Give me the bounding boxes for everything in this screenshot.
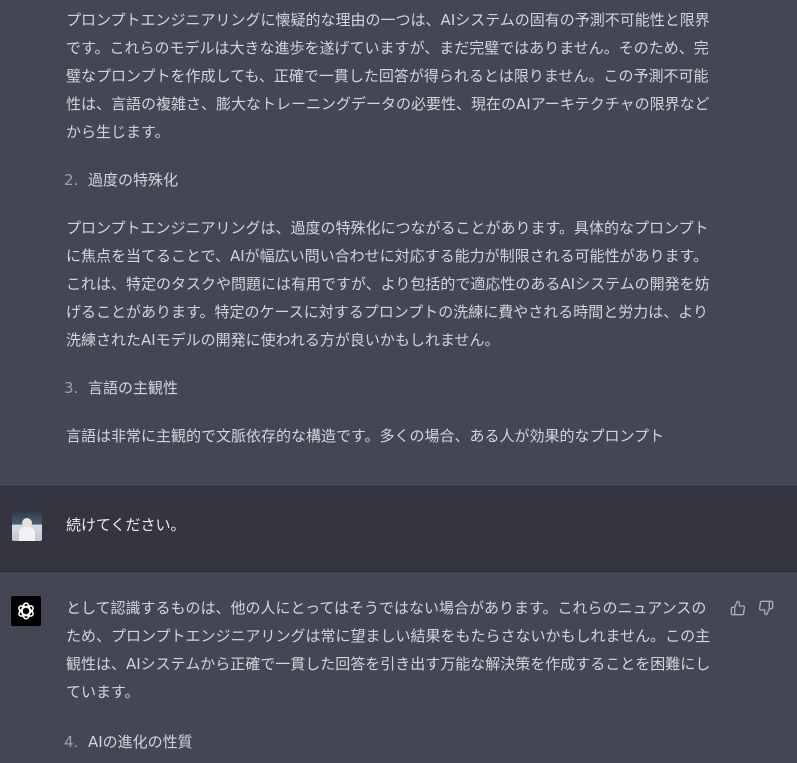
message-paragraph: として認識するものは、他の人にとってはそうではない場合があります。これらのニュア…	[66, 599, 711, 701]
message-body: プロンプトエンジニアリングは、過度の特殊化につながることがあります。具体的なプロ…	[66, 214, 720, 354]
list-title: 言語の主観性	[88, 379, 179, 397]
list-item-heading: 3. 言語の主観性	[64, 376, 178, 400]
list-item-heading: 4. AIの進化の性質	[64, 730, 193, 754]
message-paragraph: プロンプトエンジニアリングに懐疑的な理由の一つは、AIシステムの固有の予測不可能…	[66, 11, 710, 141]
message-paragraph: 言語は非常に主観的で文脈依存的な構造です。多くの場合、ある人が効果的なプロンプト	[66, 427, 665, 445]
message-body: として認識するものは、他の人にとってはそうではない場合があります。これらのニュア…	[66, 594, 720, 706]
list-title: 過度の特殊化	[88, 171, 179, 189]
user-message-text: 続けてください。	[66, 516, 186, 534]
thumbs-up-icon[interactable]	[730, 600, 746, 616]
chat-page: プロンプトエンジニアリングに懐疑的な理由の一つは、AIシステムの固有の予測不可能…	[0, 0, 797, 763]
user-message: 続けてください。	[0, 486, 797, 572]
list-number: 4.	[64, 733, 79, 751]
list-title: AIの進化の性質	[88, 733, 193, 751]
thumbs-down-icon[interactable]	[758, 600, 774, 616]
feedback-controls	[730, 600, 774, 616]
assistant-message: として認識するものは、他の人にとってはそうではない場合があります。これらのニュア…	[0, 572, 797, 763]
message-body: プロンプトエンジニアリングに懐疑的な理由の一つは、AIシステムの固有の予測不可能…	[66, 6, 718, 146]
assistant-message: プロンプトエンジニアリングに懐疑的な理由の一つは、AIシステムの固有の予測不可能…	[0, 0, 797, 486]
message-body: 言語は非常に主観的で文脈依存的な構造です。多くの場合、ある人が効果的なプロンプト	[66, 422, 766, 450]
openai-logo-icon	[11, 596, 41, 626]
list-item-heading: 2. 過度の特殊化	[64, 168, 178, 192]
list-number: 2.	[64, 171, 79, 189]
list-number: 3.	[64, 379, 79, 397]
openai-logo-svg	[18, 602, 34, 620]
message-paragraph: プロンプトエンジニアリングは、過度の特殊化につながることがあります。具体的なプロ…	[66, 219, 710, 349]
user-avatar	[12, 511, 42, 541]
avatar-body	[19, 527, 35, 541]
